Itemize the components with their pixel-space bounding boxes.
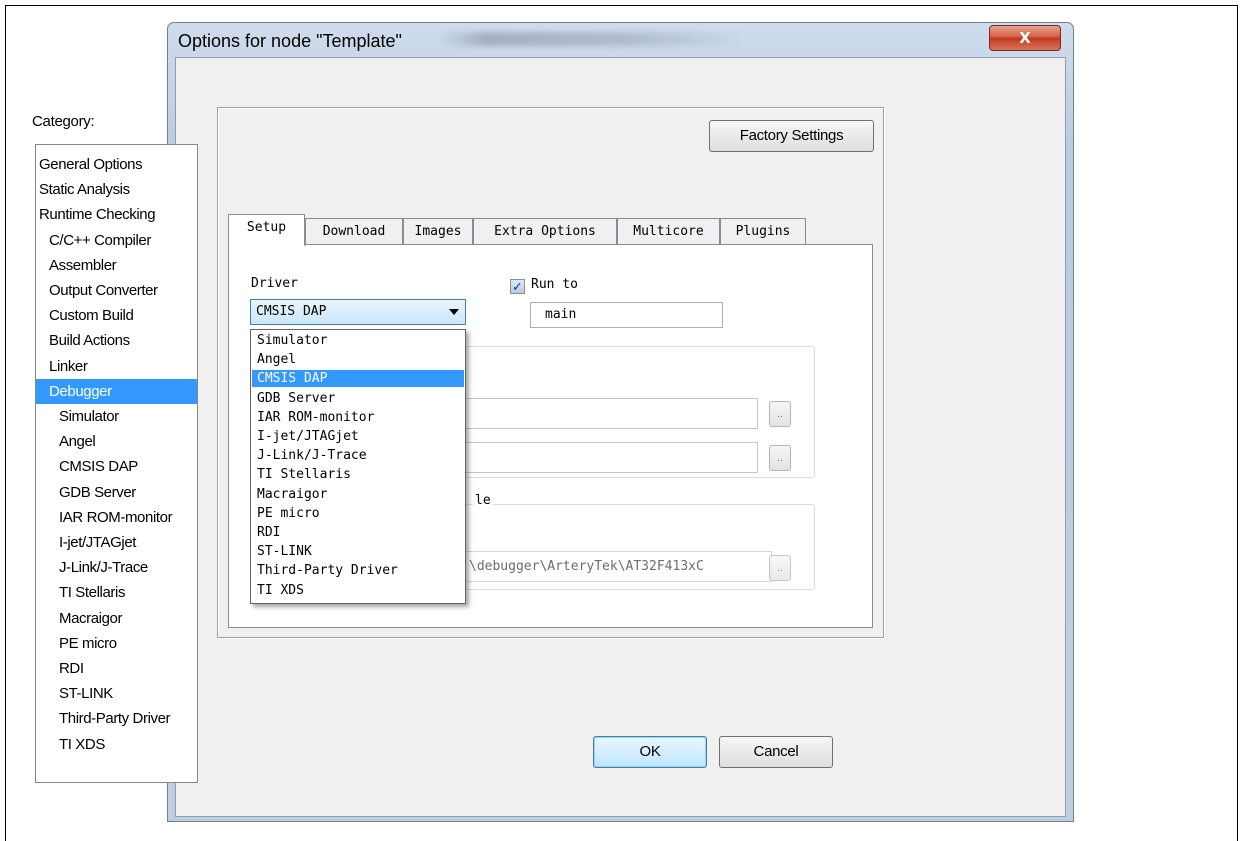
- category-item[interactable]: Custom Build: [36, 303, 197, 328]
- browse-button-1[interactable]: ..: [769, 401, 791, 427]
- driver-option[interactable]: Macraigor: [255, 486, 464, 503]
- category-label: Category:: [32, 113, 95, 130]
- category-item[interactable]: Macraigor: [36, 606, 197, 631]
- category-item[interactable]: Simulator: [36, 404, 197, 429]
- driver-option[interactable]: J-Link/J-Trace: [255, 447, 464, 464]
- ok-button[interactable]: OK: [593, 736, 707, 768]
- category-item[interactable]: Angel: [36, 429, 197, 454]
- driver-label: Driver: [251, 276, 298, 291]
- category-item[interactable]: RDI: [36, 656, 197, 681]
- category-item[interactable]: IAR ROM-monitor: [36, 505, 197, 530]
- driver-option[interactable]: I-jet/JTAGjet: [255, 428, 464, 445]
- run-to-input[interactable]: main: [530, 302, 723, 328]
- tab-setup[interactable]: Setup: [228, 214, 305, 246]
- run-to-checkbox[interactable]: ✓: [510, 279, 525, 294]
- browse-button-3[interactable]: ..: [769, 555, 791, 581]
- category-item[interactable]: ST-LINK: [36, 681, 197, 706]
- category-item[interactable]: General Options: [36, 152, 197, 177]
- driver-option[interactable]: TI XDS: [255, 582, 464, 599]
- tab-extra-options[interactable]: Extra Options: [473, 218, 617, 245]
- cancel-button[interactable]: Cancel: [719, 736, 833, 768]
- category-item[interactable]: J-Link/J-Trace: [36, 555, 197, 580]
- category-item[interactable]: Third-Party Driver: [36, 706, 197, 731]
- driver-option[interactable]: Angel: [255, 351, 464, 368]
- driver-select-value: CMSIS DAP: [256, 304, 327, 319]
- factory-settings-button[interactable]: Factory Settings: [709, 120, 874, 152]
- window-title: Options for node "Template": [178, 31, 402, 51]
- driver-option[interactable]: Third-Party Driver: [255, 562, 464, 579]
- driver-option[interactable]: PE micro: [255, 505, 464, 522]
- category-item[interactable]: Assembler: [36, 253, 197, 278]
- close-button[interactable]: X: [989, 25, 1061, 51]
- driver-option[interactable]: RDI: [255, 524, 464, 541]
- driver-option[interactable]: ST-LINK: [255, 543, 464, 560]
- category-item[interactable]: CMSIS DAP: [36, 454, 197, 479]
- category-item[interactable]: Runtime Checking: [36, 202, 197, 227]
- driver-option[interactable]: Simulator: [255, 332, 464, 349]
- tab-download[interactable]: Download: [305, 218, 403, 245]
- tab-images[interactable]: Images: [403, 218, 473, 245]
- category-item[interactable]: PE micro: [36, 631, 197, 656]
- category-list[interactable]: General Options Static Analysis Runtime Ch…: [35, 144, 198, 783]
- driver-option[interactable]: IAR ROM-monitor: [255, 409, 464, 426]
- category-item[interactable]: I-jet/JTAGjet: [36, 530, 197, 555]
- category-item[interactable]: Build Actions: [36, 328, 197, 353]
- tab-plugins[interactable]: Plugins: [720, 218, 806, 245]
- driver-option[interactable]: GDB Server: [255, 390, 464, 407]
- driver-option[interactable]: TI Stellaris: [255, 466, 464, 483]
- driver-option[interactable]: CMSIS DAP: [252, 370, 464, 388]
- category-item[interactable]: GDB Server: [36, 480, 197, 505]
- category-item[interactable]: Output Converter: [36, 278, 197, 303]
- run-to-label: Run to: [531, 277, 578, 292]
- category-item[interactable]: Linker: [36, 354, 197, 379]
- driver-select[interactable]: CMSIS DAP: [250, 299, 466, 325]
- category-item[interactable]: TI Stellaris: [36, 580, 197, 605]
- macro-file-field-1[interactable]: [460, 398, 758, 429]
- driver-dropdown-list[interactable]: Simulator Angel CMSIS DAP GDB Server IAR ROM…: [250, 329, 466, 604]
- category-item[interactable]: Static Analysis: [36, 177, 197, 202]
- blurred-title-region: [438, 32, 748, 46]
- browse-button-2[interactable]: ..: [769, 445, 791, 471]
- macro-file-field-2[interactable]: [460, 442, 758, 473]
- category-item[interactable]: TI XDS: [36, 732, 197, 757]
- chevron-down-icon[interactable]: [449, 309, 459, 315]
- tab-multicore[interactable]: Multicore: [617, 218, 720, 245]
- device-description-path-field[interactable]: \debugger\ArteryTek\AT32F413xC: [460, 551, 772, 582]
- device-description-legend: le: [473, 493, 493, 508]
- title-bar[interactable]: Options for node "Template" X: [168, 23, 1073, 57]
- category-item[interactable]: Debugger: [36, 378, 197, 404]
- category-item[interactable]: C/C++ Compiler: [36, 228, 197, 253]
